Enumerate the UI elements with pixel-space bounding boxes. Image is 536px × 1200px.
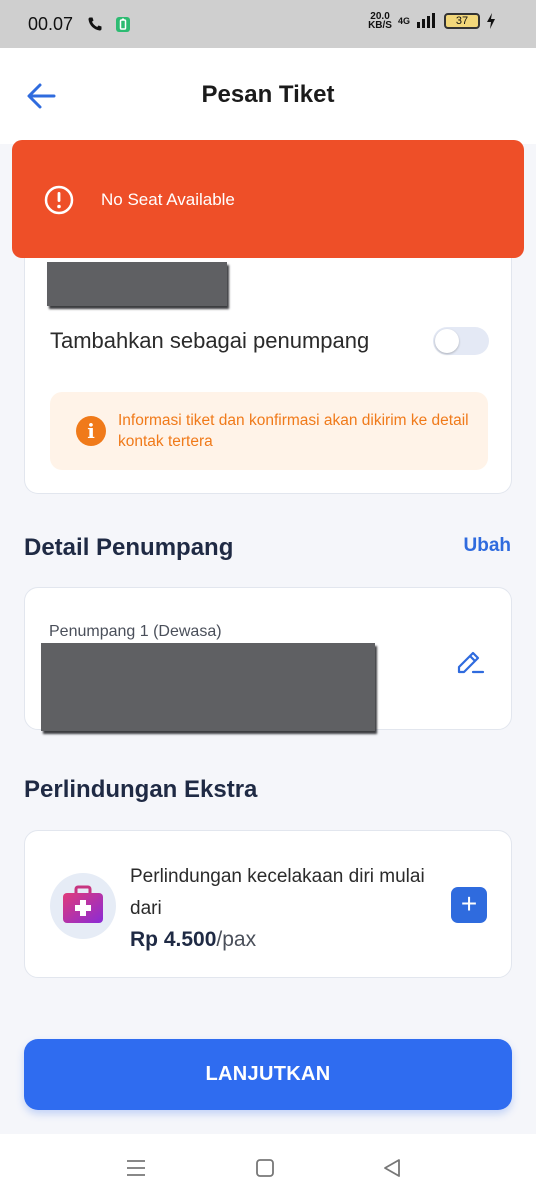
status-bar: 00.07 20.0 KB/S 4G 37 bbox=[0, 0, 536, 48]
passenger-section-title: Detail Penumpang bbox=[24, 534, 234, 561]
ticket-info-text: Informasi tiket dan konfirmasi akan diki… bbox=[118, 412, 469, 450]
redacted-passenger-name bbox=[41, 643, 375, 731]
ticket-info-notice: i Informasi tiket dan konfirmasi akan di… bbox=[50, 392, 488, 470]
main-content: Tambahkan sebagai penumpang i Informasi … bbox=[0, 144, 536, 1134]
edit-pencil-icon[interactable] bbox=[453, 645, 485, 677]
passenger-label: Penumpang 1 (Dewasa) bbox=[49, 623, 222, 640]
menu-icon[interactable] bbox=[124, 1156, 148, 1180]
page-title: Pesan Tiket bbox=[201, 81, 335, 108]
toast-message: No Seat Available bbox=[101, 190, 235, 209]
network-type-label: 4G bbox=[397, 16, 410, 26]
first-aid-kit-icon bbox=[63, 885, 103, 923]
add-as-passenger-label: Tambahkan sebagai penumpang bbox=[50, 328, 370, 353]
battery-saver-icon bbox=[116, 17, 131, 32]
battery-indicator: 37 bbox=[444, 13, 480, 29]
status-left-icons bbox=[87, 15, 131, 33]
error-toast: No Seat Available bbox=[12, 140, 524, 258]
app-header: Pesan Tiket bbox=[0, 48, 536, 144]
alert-icon bbox=[44, 185, 74, 215]
continue-button[interactable]: LANJUTKAN bbox=[24, 1039, 512, 1110]
status-right: 20.0 KB/S 4G 37 bbox=[368, 11, 496, 31]
add-as-passenger-toggle[interactable] bbox=[433, 327, 489, 355]
phone-icon bbox=[88, 17, 102, 31]
signal-icon bbox=[417, 13, 435, 28]
status-time: 00.07 bbox=[28, 13, 74, 34]
network-speed: 20.0 KB/S bbox=[368, 11, 392, 31]
back-icon[interactable] bbox=[380, 1156, 404, 1180]
extra-protection-price: Rp 4.500/pax bbox=[130, 928, 257, 951]
extra-protection-item-title: Perlindungan kecelakaan diri mulai dari bbox=[130, 866, 425, 919]
info-icon: i bbox=[76, 416, 106, 446]
extra-icon-circle bbox=[50, 873, 116, 939]
add-protection-button[interactable]: + bbox=[451, 887, 487, 923]
extra-protection-card: Perlindungan kecelakaan diri mulai dari … bbox=[24, 830, 512, 978]
charging-icon bbox=[487, 13, 495, 29]
contact-details-card: Tambahkan sebagai penumpang i Informasi … bbox=[24, 228, 512, 494]
extra-protection-title: Perlindungan Ekstra bbox=[24, 776, 258, 803]
home-icon[interactable] bbox=[253, 1156, 277, 1180]
system-nav-bar bbox=[0, 1134, 536, 1200]
passenger-card[interactable]: Penumpang 1 (Dewasa) bbox=[24, 587, 512, 731]
redacted-contact-info bbox=[47, 262, 227, 306]
toggle-knob bbox=[435, 329, 459, 353]
edit-passengers-link[interactable]: Ubah bbox=[464, 535, 512, 557]
